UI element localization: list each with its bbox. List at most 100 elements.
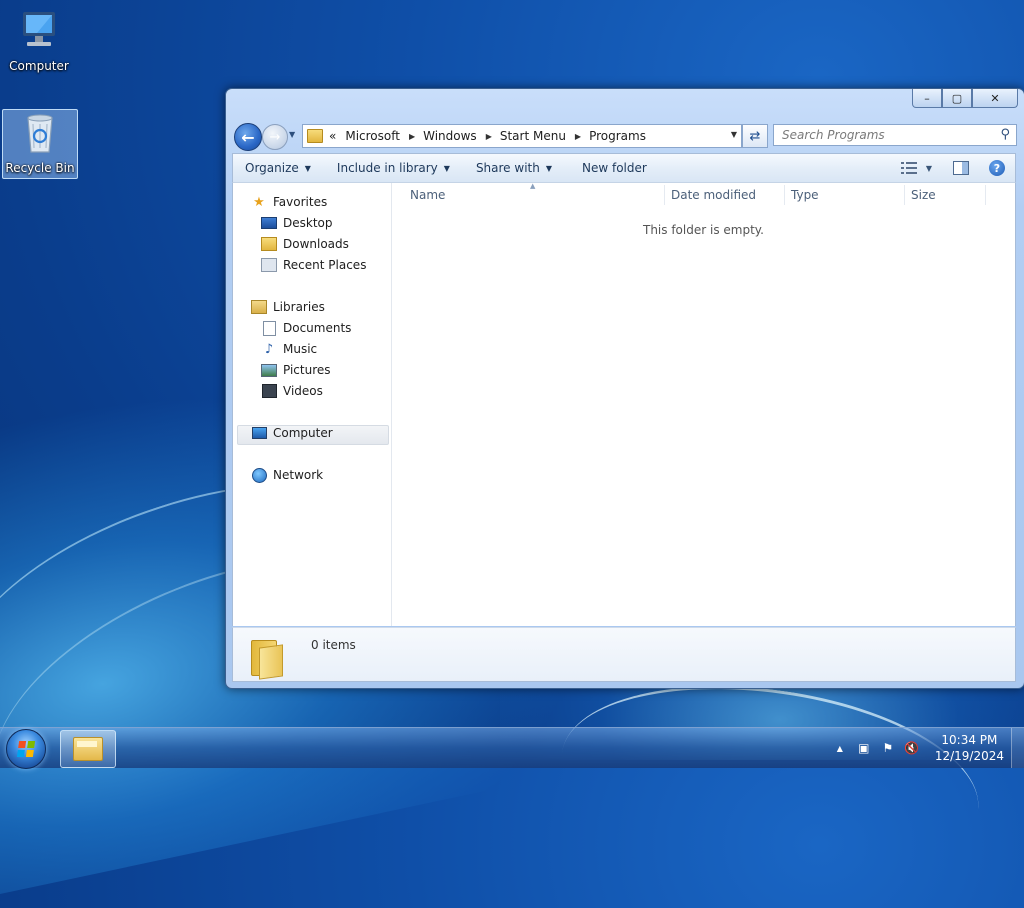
column-divider[interactable] — [904, 185, 905, 205]
nav-label: Pictures — [283, 363, 331, 377]
recent-pages-dropdown[interactable]: ▼ — [289, 130, 295, 139]
clock[interactable]: 10:34 PM 12/19/2024 — [935, 732, 1004, 764]
clock-date: 12/19/2024 — [934, 749, 1004, 763]
column-header-date-modified[interactable]: Date modified — [671, 188, 756, 202]
refresh-button[interactable]: ⇄ — [742, 124, 768, 148]
taskbar: ▲ ▣ ⚑ 🔇 10:34 PM 12/19/2024 — [0, 727, 1024, 769]
maximize-button[interactable]: ▢ — [942, 89, 972, 108]
nav-pictures[interactable]: Pictures — [261, 363, 331, 377]
preview-pane-button[interactable] — [949, 158, 973, 178]
search-icon[interactable]: ⚲ — [1000, 127, 1010, 142]
chevron-down-icon: ▼ — [925, 163, 933, 173]
nav-label: Network — [273, 468, 324, 482]
folder-icon — [73, 737, 103, 761]
libraries-icon — [251, 300, 267, 314]
clock-time: 10:34 PM — [941, 733, 998, 747]
chevron-right-icon[interactable]: ▶ — [409, 132, 415, 141]
column-divider[interactable] — [664, 185, 665, 205]
address-history-dropdown[interactable]: ▼ — [731, 130, 737, 139]
nav-desktop[interactable]: Desktop — [261, 216, 333, 230]
empty-folder-message: This folder is empty. — [643, 223, 764, 237]
column-header-type[interactable]: Type — [791, 188, 819, 202]
chevron-down-icon: ▼ — [443, 163, 450, 173]
chevron-down-icon: ▼ — [545, 163, 552, 173]
nav-videos[interactable]: Videos — [261, 384, 323, 398]
taskbar-windows-explorer[interactable] — [60, 730, 116, 768]
view-options-dropdown[interactable]: ▼ — [923, 158, 935, 178]
forward-button[interactable]: → — [262, 124, 288, 150]
network-status-icon[interactable]: ▣ — [855, 741, 873, 755]
search-input[interactable]: Search Programs ⚲ — [773, 124, 1017, 146]
command-bar: Organize ▼ Include in library ▼ Share with… — [232, 153, 1016, 183]
chevron-down-icon: ▼ — [289, 130, 296, 139]
include-in-library-button[interactable]: Include in library ▼ — [325, 161, 464, 175]
chevron-right-icon[interactable]: ▶ — [575, 132, 581, 141]
content-area: ★ Favorites Desktop Downloads Recent Plac… — [232, 182, 1016, 626]
back-arrow-icon: ← — [241, 127, 255, 147]
nav-favorites[interactable]: ★ Favorites — [251, 195, 328, 210]
documents-icon — [261, 320, 277, 336]
folder-icon — [307, 129, 323, 143]
column-divider[interactable] — [784, 185, 785, 205]
nav-label: Favorites — [273, 195, 328, 209]
nav-label: Recent Places — [283, 258, 367, 272]
desktop-icon-recycle-bin[interactable]: Recycle Bin — [2, 109, 78, 179]
computer-icon — [251, 426, 267, 440]
nav-network[interactable]: Network — [251, 467, 324, 483]
chevron-down-icon: ▼ — [304, 163, 311, 173]
nav-recent-places[interactable]: Recent Places — [261, 258, 366, 272]
new-folder-button[interactable]: New folder — [566, 161, 661, 175]
breadcrumb-label: Start Menu — [499, 129, 566, 143]
desktop-icon — [261, 216, 277, 230]
minimize-icon: – — [924, 91, 930, 105]
show-hidden-icons-button[interactable]: ▲ — [831, 744, 849, 753]
nav-label: Libraries — [273, 300, 325, 314]
nav-label: Music — [283, 342, 318, 356]
breadcrumb-windows[interactable]: Windows ▶ — [423, 129, 500, 143]
recent-places-icon — [261, 258, 277, 272]
breadcrumb-programs[interactable]: Programs — [589, 129, 646, 143]
column-header-name[interactable]: Name — [410, 188, 445, 202]
preview-pane-icon — [953, 161, 969, 175]
window-controls: – ▢ ✕ — [912, 89, 1018, 108]
column-header-row: ▲ Name Date modified Type Size — [392, 182, 1015, 207]
nav-documents[interactable]: Documents — [261, 320, 351, 336]
show-desktop-button[interactable] — [1011, 728, 1024, 768]
search-placeholder: Search Programs — [782, 128, 885, 142]
refresh-icon: ⇄ — [749, 128, 761, 144]
share-with-button[interactable]: Share with ▼ — [464, 161, 566, 175]
nav-music[interactable]: ♪ Music — [261, 341, 318, 357]
include-in-library-label: Include in library — [336, 161, 438, 175]
item-count: 0 items — [311, 638, 356, 652]
nav-libraries[interactable]: Libraries — [251, 300, 325, 314]
breadcrumb-microsoft[interactable]: Microsoft ▶ — [345, 129, 423, 143]
chevron-down-icon: ▼ — [730, 130, 737, 139]
column-divider[interactable] — [985, 185, 986, 205]
windows-logo-icon — [16, 741, 36, 757]
change-view-button[interactable] — [897, 158, 921, 178]
start-button[interactable] — [6, 729, 46, 769]
breadcrumb-label: Programs — [589, 129, 646, 143]
music-icon: ♪ — [264, 341, 274, 357]
breadcrumb-overflow[interactable]: « — [329, 129, 336, 143]
new-folder-label: New folder — [582, 161, 647, 175]
help-button[interactable]: ? — [985, 158, 1009, 178]
volume-muted-icon[interactable]: 🔇 — [903, 741, 921, 755]
breadcrumb-start-menu[interactable]: Start Menu ▶ — [500, 129, 589, 143]
action-center-flag-icon[interactable]: ⚑ — [879, 741, 897, 755]
navigation-pane: ★ Favorites Desktop Downloads Recent Plac… — [233, 183, 392, 626]
column-header-size[interactable]: Size — [911, 188, 936, 202]
nav-computer[interactable]: Computer — [251, 426, 333, 440]
nav-label: Videos — [283, 384, 323, 398]
system-tray: ▲ ▣ ⚑ 🔇 10:34 PM 12/19/2024 — [825, 728, 1024, 768]
address-bar[interactable]: « Microsoft ▶ Windows ▶ Start Menu ▶ Progra… — [302, 124, 742, 148]
close-button[interactable]: ✕ — [972, 89, 1018, 108]
minimize-button[interactable]: – — [912, 89, 942, 108]
back-button[interactable]: ← — [234, 123, 262, 151]
folder-icon — [251, 636, 285, 680]
computer-icon — [23, 12, 55, 46]
organize-button[interactable]: Organize ▼ — [233, 161, 325, 175]
chevron-right-icon[interactable]: ▶ — [486, 132, 492, 141]
nav-downloads[interactable]: Downloads — [261, 237, 349, 251]
desktop-icon-computer[interactable]: Computer — [2, 8, 76, 73]
